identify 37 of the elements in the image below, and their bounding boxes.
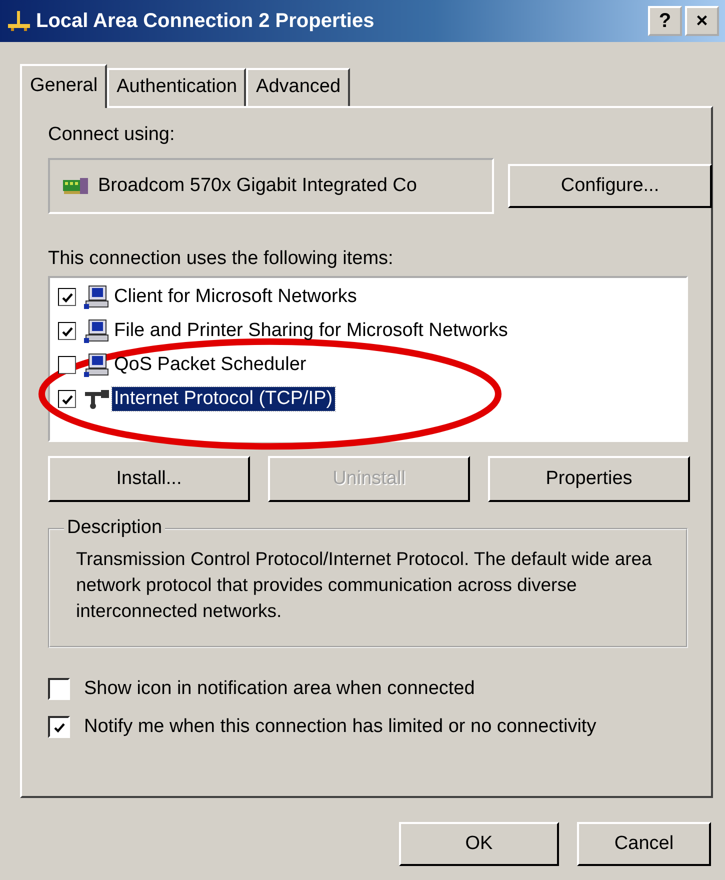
checkbox-label: Notify me when this connection has limited or no connectivity — [84, 716, 596, 738]
computer-icon — [84, 318, 110, 344]
list-item[interactable]: Internet Protocol (TCP/IP) — [112, 387, 335, 411]
check-icon — [52, 722, 66, 732]
checkbox[interactable] — [58, 288, 76, 306]
adapter-name: Broadcom 570x Gigabit Integrated Co — [98, 175, 417, 197]
close-button[interactable]: × — [685, 6, 719, 36]
help-button[interactable]: ? — [648, 6, 682, 36]
list-item[interactable]: QoS Packet Scheduler — [112, 353, 308, 377]
cancel-button[interactable]: Cancel — [577, 822, 711, 866]
ok-button[interactable]: OK — [399, 822, 559, 866]
computer-icon — [84, 284, 110, 310]
check-icon — [60, 394, 74, 404]
description-text: Transmission Control Protocol/Internet Protocol. The default wide area network protocol that provides communication across diverse interconnected networks. — [76, 547, 653, 623]
action-button[interactable]: Properties — [488, 456, 690, 502]
tab[interactable]: General — [20, 64, 107, 108]
configure-button[interactable]: Configure... — [508, 164, 712, 208]
checkbox[interactable] — [58, 390, 76, 408]
list-item[interactable]: Client for Microsoft Networks — [112, 285, 359, 309]
check-icon — [60, 292, 74, 302]
check-icon — [60, 326, 74, 336]
checkbox[interactable] — [48, 716, 70, 738]
network-card-icon — [62, 176, 90, 196]
tab[interactable]: Authentication — [106, 68, 246, 106]
network-icon — [6, 9, 32, 33]
section-label: This connection uses the following items: — [48, 248, 394, 271]
section-label: Connect using: — [48, 124, 176, 147]
checkbox[interactable] — [58, 356, 76, 374]
list-item[interactable]: File and Printer Sharing for Microsoft Networks — [112, 319, 510, 343]
action-button[interactable]: Install... — [48, 456, 250, 502]
computer-icon — [84, 352, 110, 378]
tab[interactable]: Advanced — [246, 68, 350, 106]
checkbox-label: Show icon in notification area when connected — [84, 678, 475, 700]
checkbox[interactable] — [58, 322, 76, 340]
group-title: Description — [64, 517, 166, 539]
checkbox[interactable] — [48, 678, 70, 700]
window-title: Local Area Connection 2 Properties — [36, 10, 376, 32]
